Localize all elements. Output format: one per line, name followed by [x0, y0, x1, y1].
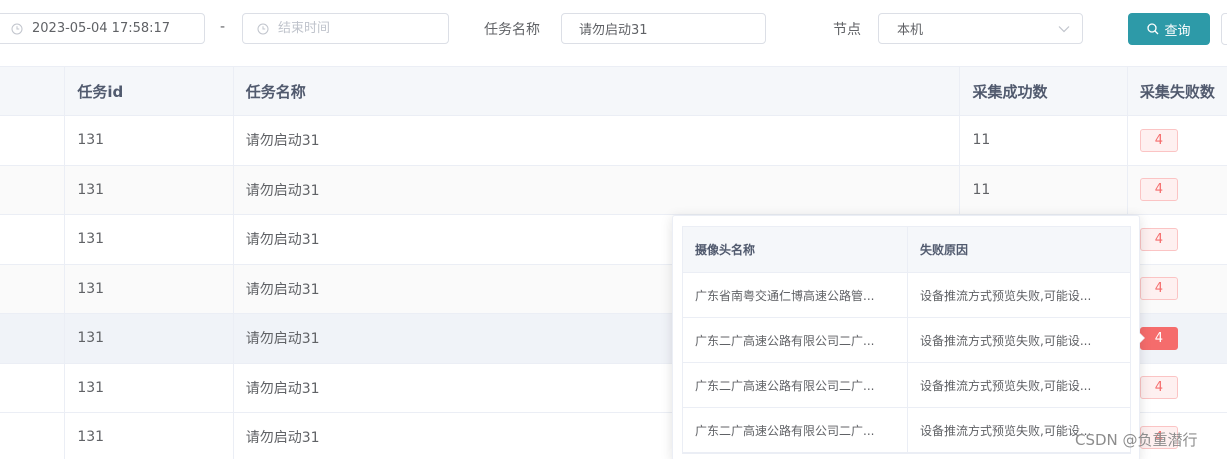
header-success-count: 采集成功数	[960, 67, 1128, 115]
node-select[interactable]: 本机	[878, 13, 1083, 44]
task-id-cell: 131	[65, 413, 234, 459]
table-row[interactable]: 131 请勿启动31 11 4	[0, 165, 1227, 215]
end-time-input[interactable]	[278, 21, 448, 36]
page: 2023-05-04 17:58:17 - 任务名称 请勿启动31 节点 本机 …	[0, 0, 1227, 459]
row-lead-cell	[0, 314, 66, 363]
row-lead-cell	[0, 413, 66, 459]
failure-table-header: 摄像头名称 失败原因	[683, 227, 1130, 273]
failure-detail-popover: 摄像头名称 失败原因 广东省南粤交通仁博高速公路管... 设备推流方式预览失败,…	[672, 215, 1140, 459]
task-id-cell: 131	[65, 165, 234, 214]
fail-count-tag[interactable]: 4	[1139, 178, 1178, 202]
fail-count-tag[interactable]: 4	[1139, 277, 1178, 301]
fail-count-tag[interactable]: 4	[1139, 376, 1178, 400]
reset-button[interactable]	[1221, 13, 1227, 45]
node-select-value: 本机	[897, 23, 924, 38]
success-count-cell: 11	[960, 116, 1128, 165]
header-fail-reason: 失败原因	[920, 243, 969, 257]
failure-row[interactable]: 广东二广高速公路有限公司二广... 设备推流方式预览失败,可能设...	[683, 318, 1130, 363]
header-camera-name: 摄像头名称	[683, 227, 908, 272]
task-name-label: 任务名称	[484, 22, 540, 38]
clock-icon	[257, 23, 269, 34]
start-time-picker[interactable]: 2023-05-04 17:58:17	[0, 13, 205, 44]
task-id-cell: 131	[65, 215, 234, 264]
table-header: 任务id 任务名称 采集成功数 采集失败数	[0, 66, 1227, 116]
fail-count-tag-active[interactable]: 4	[1139, 326, 1178, 350]
fail-count-tag[interactable]: 4	[1139, 128, 1178, 152]
header-task-name: 任务名称	[234, 67, 961, 115]
search-icon	[1147, 23, 1159, 35]
popover-arrow	[1138, 332, 1144, 344]
fail-reason-cell: 设备推流方式预览失败,可能设...	[920, 333, 1092, 348]
camera-name-cell: 广东二广高速公路有限公司二广...	[683, 408, 908, 452]
fail-count-cell: 4	[1128, 116, 1227, 165]
table-row[interactable]: 131 请勿启动31 11 4	[0, 116, 1227, 166]
end-time-picker[interactable]	[242, 13, 449, 44]
fail-reason-cell: 设备推流方式预览失败,可能设...	[920, 288, 1092, 303]
fail-count-cell: 4	[1128, 364, 1227, 413]
range-separator: -	[220, 19, 226, 35]
failure-detail-table: 摄像头名称 失败原因 广东省南粤交通仁博高速公路管... 设备推流方式预览失败,…	[682, 226, 1131, 454]
fail-count-tag[interactable]: 4	[1139, 227, 1178, 251]
task-name-value: 请勿启动31	[579, 23, 648, 38]
task-name-cell: 请勿启动31	[234, 165, 961, 214]
task-id-cell: 131	[65, 363, 234, 412]
task-id-cell: 131	[65, 116, 234, 165]
task-name-field[interactable]: 请勿启动31	[561, 13, 766, 44]
header-task-id: 任务id	[65, 67, 234, 115]
node-label: 节点	[833, 22, 861, 38]
query-button-label: 查询	[1164, 23, 1191, 39]
task-name-cell: 请勿启动31	[234, 116, 961, 165]
camera-name-cell: 广东省南粤交通仁博高速公路管...	[683, 273, 908, 317]
clock-icon	[11, 23, 23, 34]
query-button[interactable]: 查询	[1128, 13, 1210, 45]
success-count-cell: 11	[960, 165, 1128, 214]
row-lead-cell	[0, 165, 66, 214]
failure-row[interactable]: 广东省南粤交通仁博高速公路管... 设备推流方式预览失败,可能设...	[683, 273, 1130, 318]
task-id-cell: 131	[65, 264, 234, 313]
row-lead-cell	[0, 264, 66, 313]
task-id-cell: 131	[65, 314, 234, 363]
header-cell-selection	[0, 67, 66, 115]
fail-reason-cell: 设备推流方式预览失败,可能设...	[920, 378, 1092, 393]
failure-row[interactable]: 广东二广高速公路有限公司二广... 设备推流方式预览失败,可能设...	[683, 363, 1130, 408]
camera-name-cell: 广东二广高速公路有限公司二广...	[683, 318, 908, 362]
chevron-down-icon	[1058, 25, 1070, 32]
fail-count-cell: 4	[1128, 265, 1227, 314]
watermark: CSDN @负重潜行	[1075, 431, 1198, 449]
failure-row[interactable]: 广东二广高速公路有限公司二广... 设备推流方式预览失败,可能设...	[683, 408, 1130, 453]
fail-count-cell: 4	[1128, 166, 1227, 215]
start-time-value: 2023-05-04 17:58:17	[32, 21, 171, 36]
row-lead-cell	[0, 363, 66, 412]
fail-count-cell: 4	[1128, 215, 1227, 264]
camera-name-cell: 广东二广高速公路有限公司二广...	[683, 363, 908, 407]
header-fail-count: 采集失败数	[1139, 82, 1215, 101]
row-lead-cell	[0, 116, 66, 165]
row-lead-cell	[0, 215, 66, 264]
